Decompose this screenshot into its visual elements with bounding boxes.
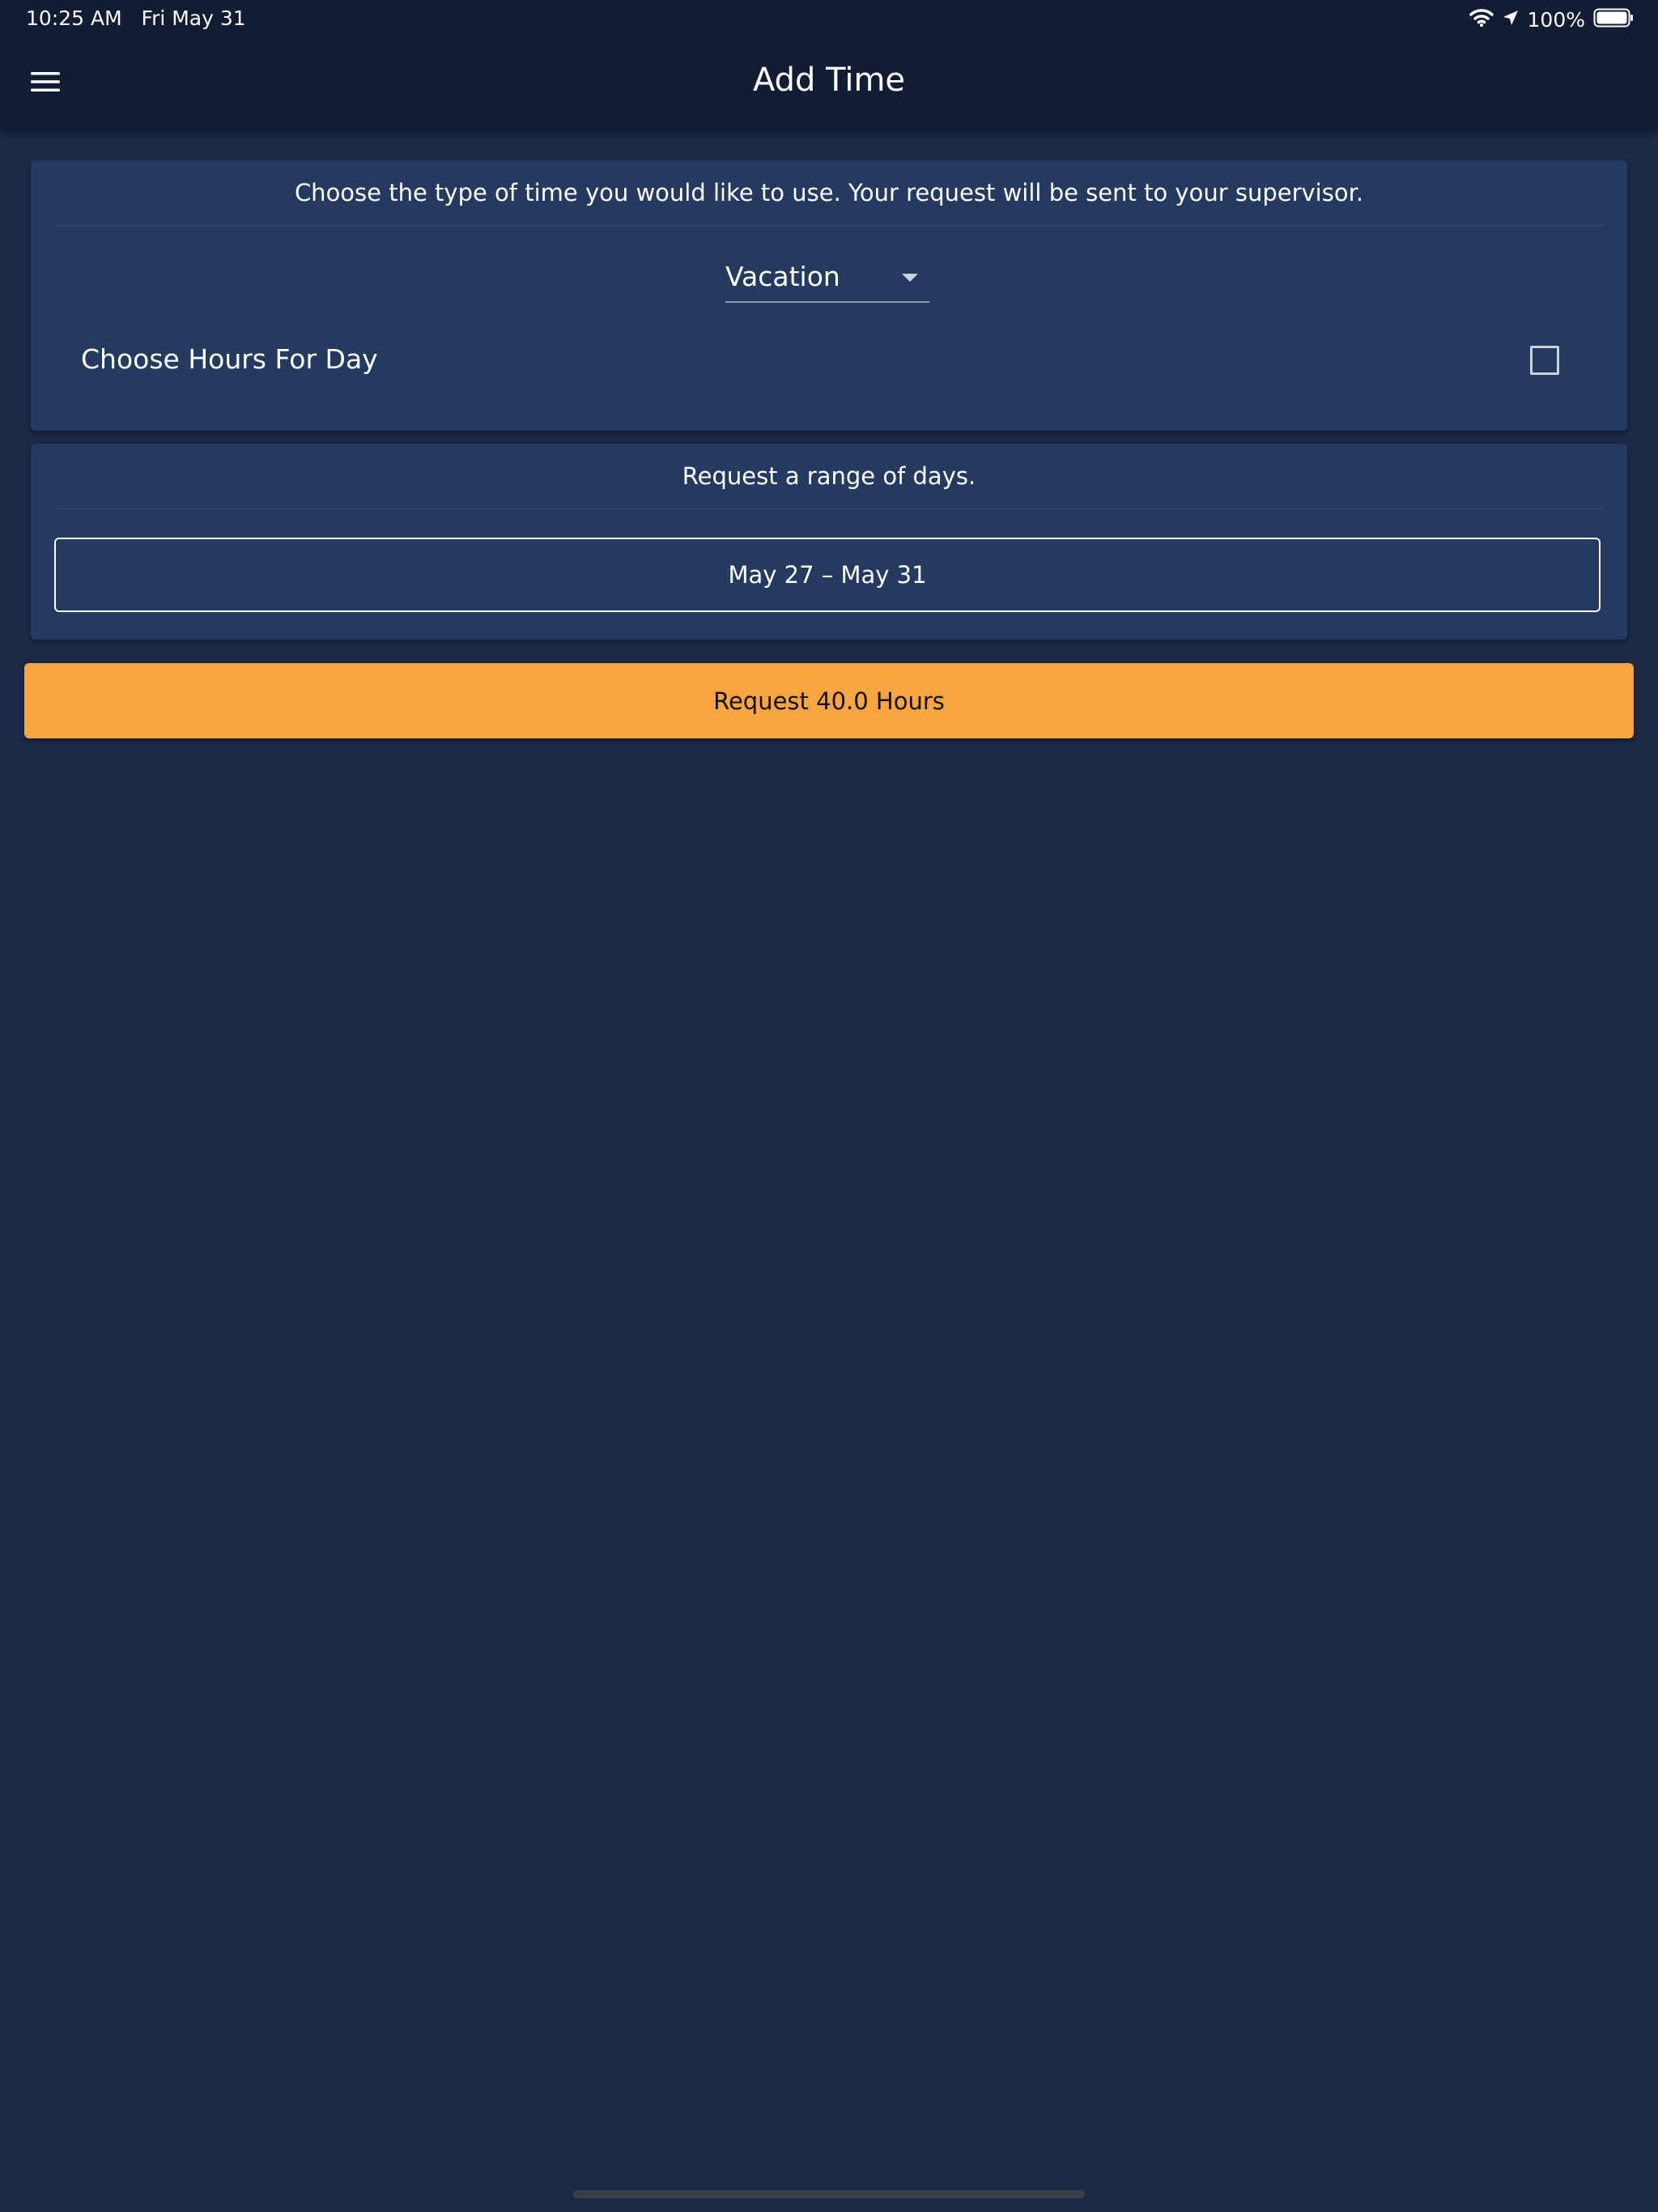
- time-type-card: Choose the type of time you would like t…: [31, 160, 1627, 431]
- dropdown-selected-value: Vacation: [725, 261, 840, 292]
- chevron-down-icon: [902, 274, 918, 282]
- battery-icon: [1593, 7, 1634, 32]
- choose-hours-label: Choose Hours For Day: [81, 343, 378, 375]
- date-range-card: Request a range of days. May 27 – May 31: [31, 444, 1627, 640]
- choose-hours-checkbox[interactable]: [1530, 346, 1559, 375]
- status-indicators: 100%: [1469, 5, 1634, 34]
- battery-percentage: 100%: [1527, 7, 1585, 32]
- page-title: Add Time: [752, 62, 906, 99]
- home-indicator[interactable]: [573, 2190, 1085, 2198]
- app-bar: Add Time: [0, 39, 1658, 130]
- time-type-instruction: Choose the type of time you would like t…: [55, 160, 1603, 226]
- date-range-instruction: Request a range of days.: [55, 444, 1603, 509]
- wifi-icon: [1469, 8, 1494, 31]
- request-hours-button[interactable]: Request 40.0 Hours: [24, 663, 1634, 738]
- status-bar: 10:25 AM Fri May 31 100%: [0, 0, 1658, 39]
- time-type-dropdown[interactable]: Vacation: [725, 257, 929, 303]
- date-range-button[interactable]: May 27 – May 31: [54, 538, 1601, 612]
- status-time: 10:25 AM Fri May 31: [26, 6, 246, 30]
- location-arrow-icon: [1502, 9, 1520, 30]
